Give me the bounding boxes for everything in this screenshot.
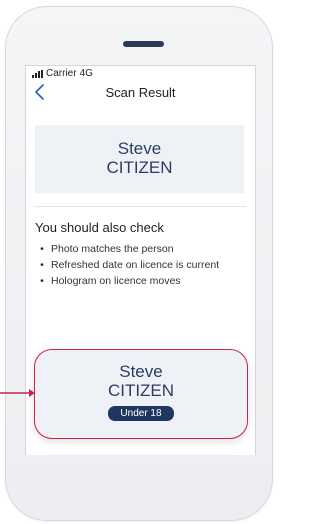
section-divider	[35, 206, 246, 207]
page-title: Scan Result	[105, 85, 176, 100]
network-label: 4G	[79, 68, 93, 79]
checks-list: • Photo matches the person • Refreshed dat…	[33, 241, 219, 289]
speaker-slot	[123, 41, 164, 47]
checks-heading: You should also check	[35, 220, 164, 235]
scan-result-name-card: Steve CITIZEN	[35, 125, 244, 193]
list-item: • Hologram on licence moves	[40, 275, 181, 287]
list-item: • Photo matches the person	[40, 243, 174, 255]
under-18-badge: Under 18	[108, 406, 174, 421]
pointer-arrow-icon	[0, 389, 35, 397]
list-item: • Refreshed date on licence is current	[40, 259, 220, 271]
first-name: Steve	[117, 139, 162, 158]
under-18-highlight-card: Steve CITIZEN Under 18	[34, 349, 248, 439]
signal-icon	[32, 69, 43, 78]
carrier-label: Carrier	[46, 68, 77, 79]
nav-bar: Scan Result	[26, 80, 255, 106]
highlight-last-name: CITIZEN	[107, 381, 175, 400]
last-name: CITIZEN	[106, 158, 173, 177]
status-bar: Carrier 4G	[32, 66, 93, 81]
highlight-first-name: Steve	[119, 362, 163, 381]
